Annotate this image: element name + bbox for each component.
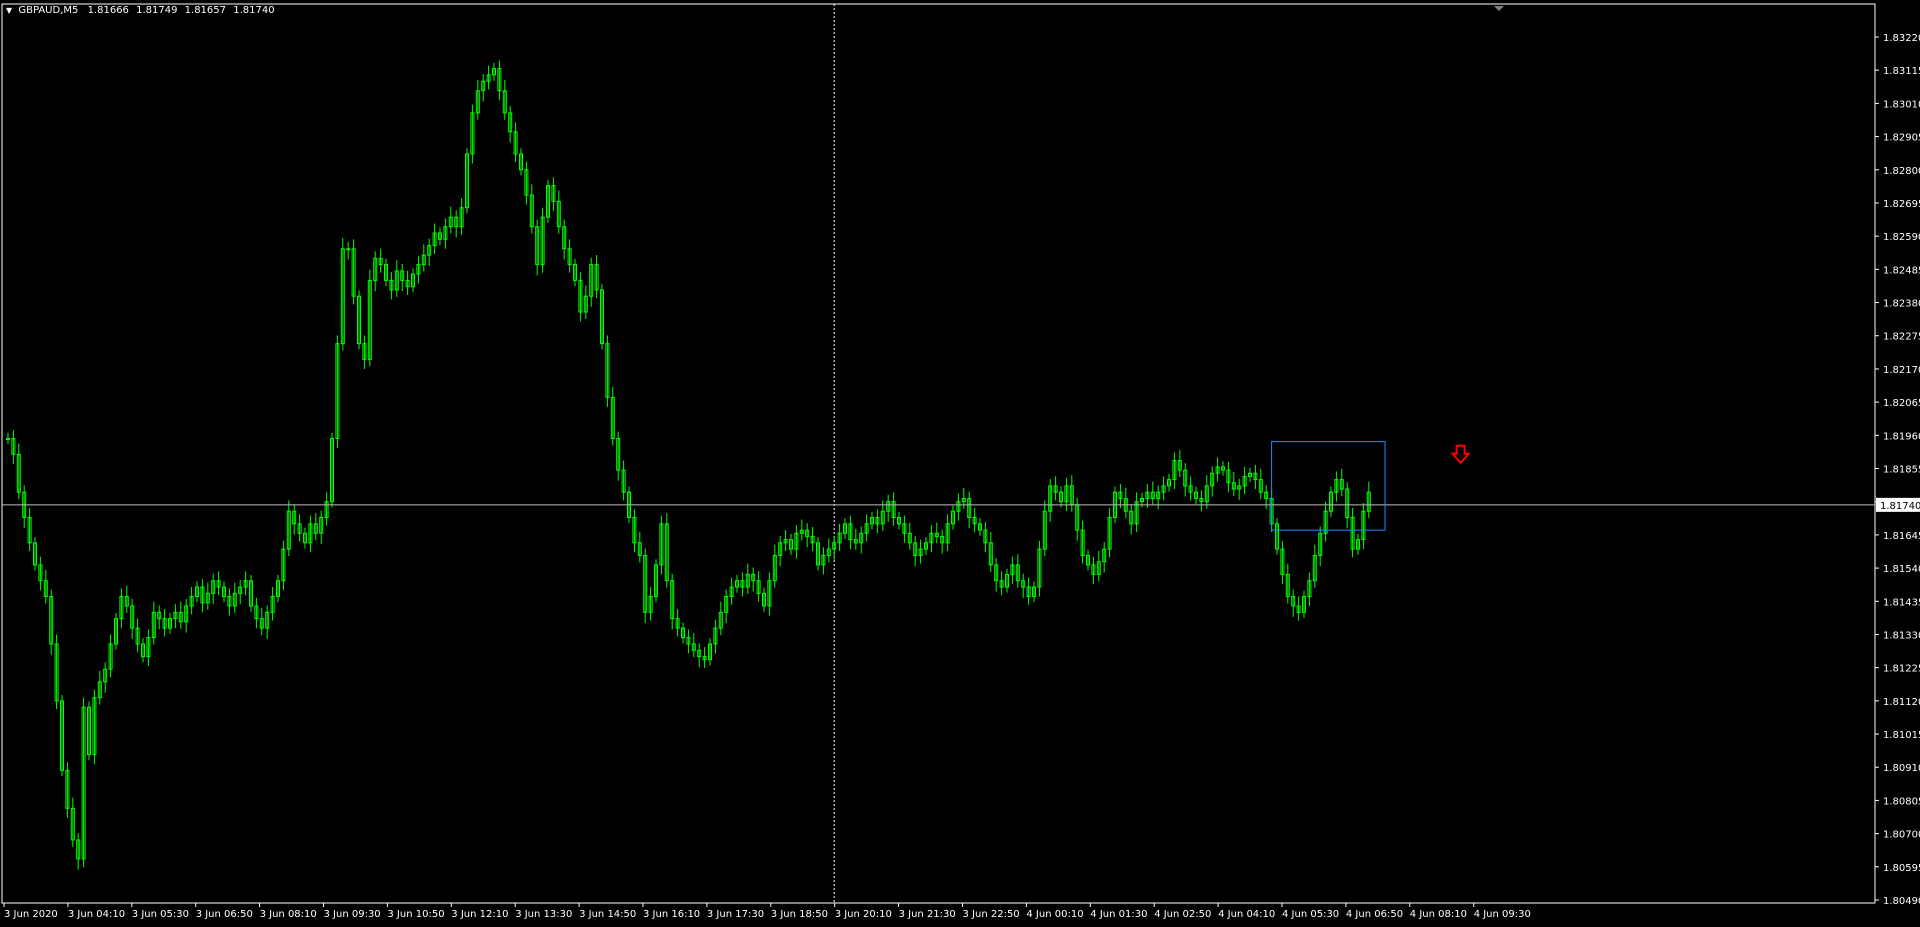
time-tick-label: 4 Jun 02:50 (1154, 909, 1211, 920)
price-tick-label: 1.81225 (1883, 664, 1920, 675)
price-tick-label: 1.82695 (1883, 199, 1920, 210)
low-value: 1.81657 (184, 5, 227, 16)
price-tick-label: 1.81645 (1883, 531, 1920, 542)
time-tick-label: 3 Jun 09:30 (324, 909, 381, 920)
chart-svg[interactable]: 1.83220 1.83115 1.83010 1.82905 1.82800 1.826… (0, 0, 1920, 927)
chart[interactable]: 1.83220 1.83115 1.83010 1.82905 1.82800 1.826… (0, 0, 1920, 927)
price-tick-label: 1.80805 (1883, 796, 1920, 807)
time-tick-label: 3 Jun 20:10 (835, 909, 892, 920)
price-tick-label: 1.81015 (1883, 730, 1920, 741)
price-tick-label: 1.82275 (1883, 332, 1920, 343)
candles (6, 60, 1371, 870)
shift-marker-icon (1494, 6, 1504, 11)
price-tick-label: 1.83220 (1883, 33, 1920, 44)
time-tick-label: 3 Jun 04:10 (68, 909, 125, 920)
range-rectangle (1271, 441, 1386, 531)
price-tick-label: 1.80910 (1883, 763, 1920, 774)
symbol-label: GBPAUD,M5 (18, 5, 79, 16)
time-tick-label: 3 Jun 22:50 (963, 909, 1020, 920)
high-value: 1.81749 (136, 5, 178, 16)
ohlc-readout: 1.81666 1.81749 1.81657 1.81740 (88, 5, 279, 16)
price-tick-label: 1.82380 (1883, 299, 1920, 310)
time-tick-label: 3 Jun 12:10 (451, 909, 508, 920)
price-tick-label: 1.82065 (1883, 398, 1920, 409)
time-tick-label: 3 Jun 21:30 (899, 909, 956, 920)
current-price-label: 1.81740 (1880, 501, 1920, 512)
time-tick-label: 4 Jun 08:10 (1410, 909, 1467, 920)
time-tick-label: 3 Jun 08:10 (260, 909, 317, 920)
price-tick-label: 1.82485 (1883, 265, 1920, 276)
price-tick-label: 1.83010 (1883, 99, 1920, 110)
time-tick-label: 3 Jun 05:30 (132, 909, 189, 920)
price-tick-label: 1.80595 (1883, 863, 1920, 874)
time-tick-label: 3 Jun 16:10 (643, 909, 700, 920)
time-tick-label: 3 Jun 18:50 (771, 909, 828, 920)
candle-body (346, 248, 351, 251)
price-tick-label: 1.80490 (1883, 896, 1920, 907)
price-tick-label: 1.82905 (1883, 133, 1920, 144)
plot-frame (1, 3, 1876, 904)
price-tick-label: 1.82170 (1883, 365, 1920, 376)
time-tick-label: 3 Jun 13:30 (515, 909, 572, 920)
open-value: 1.81666 (87, 5, 129, 16)
price-tick-label: 1.83115 (1883, 66, 1920, 77)
time-tick-label: 4 Jun 01:30 (1090, 909, 1147, 920)
time-tick-label: 4 Jun 00:10 (1026, 909, 1083, 920)
time-tick-label: 3 Jun 17:30 (707, 909, 764, 920)
price-tick-label: 1.81120 (1883, 697, 1920, 708)
price-tick-label: 1.81855 (1883, 465, 1920, 476)
price-tick-label: 1.81330 (1883, 630, 1920, 641)
price-tick-label: 1.82800 (1883, 166, 1920, 177)
price-tick-label: 1.82590 (1883, 232, 1920, 243)
sell-arrow-icon (1450, 444, 1471, 465)
price-tick-label: 1.81960 (1883, 431, 1920, 442)
time-tick-label: 4 Jun 09:30 (1474, 909, 1531, 920)
price-tick-label: 1.81540 (1883, 564, 1920, 575)
close-value: 1.81740 (233, 5, 275, 16)
time-tick-label: 4 Jun 06:50 (1346, 909, 1403, 920)
time-tick-label: 4 Jun 05:30 (1282, 909, 1339, 920)
time-tick-label: 3 Jun 06:50 (196, 909, 253, 920)
price-tick-label: 1.80700 (1883, 830, 1920, 841)
time-tick-label: 3 Jun 14:50 (579, 909, 636, 920)
time-tick-label: 3 Jun 2020 (4, 909, 58, 920)
time-tick-label: 3 Jun 10:50 (387, 909, 444, 920)
chart-header: ▼ GBPAUD,M5 1.81666 1.81749 1.81657 1.81… (6, 5, 279, 16)
time-tick-label: 4 Jun 04:10 (1218, 909, 1275, 920)
chart-menu-triangle-icon[interactable]: ▼ (6, 6, 12, 15)
price-tick-label: 1.81435 (1883, 597, 1920, 608)
candle-body (6, 437, 10, 440)
